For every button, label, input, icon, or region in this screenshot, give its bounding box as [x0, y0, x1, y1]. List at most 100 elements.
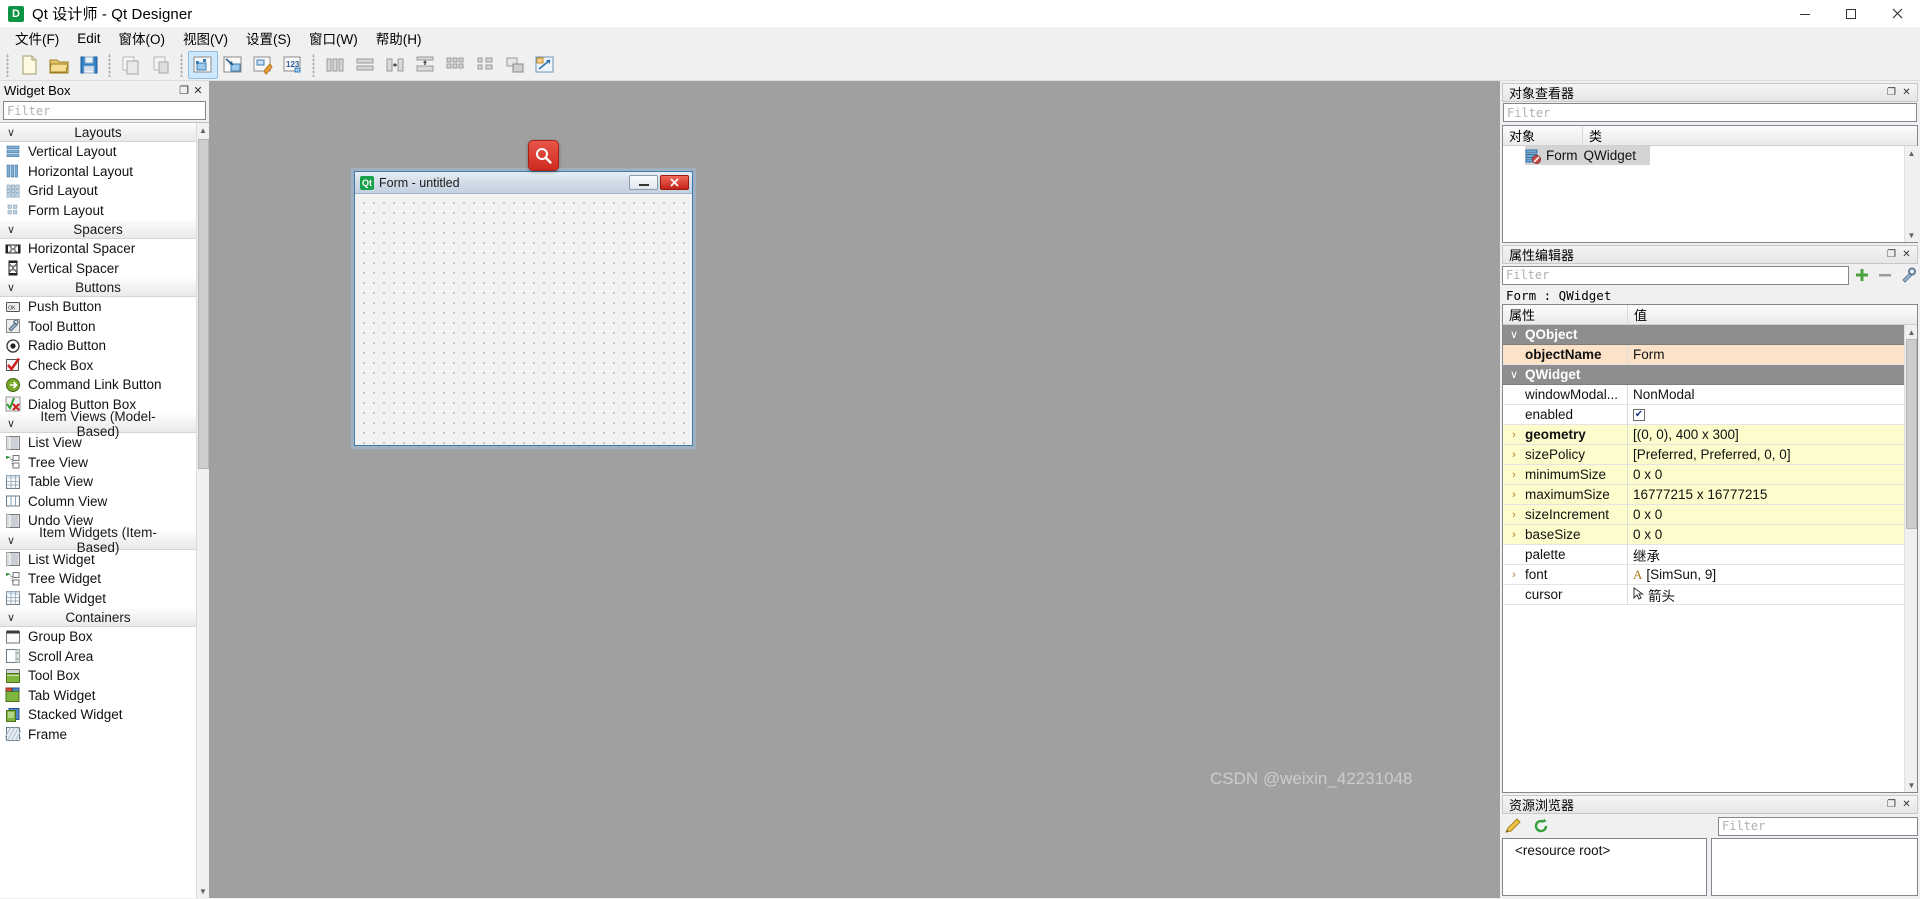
property-row[interactable]: › sizeIncrement 0 x 0: [1503, 505, 1917, 525]
form-window[interactable]: Qt Form - untitled: [354, 171, 693, 446]
property-row[interactable]: › maximumSize 16777215 x 16777215: [1503, 485, 1917, 505]
widget-box-item[interactable]: Group Box: [0, 627, 196, 647]
widget-box-item[interactable]: Column View: [0, 492, 196, 512]
resource-preview[interactable]: [1711, 838, 1918, 896]
widget-box-item[interactable]: Scroll Area: [0, 647, 196, 667]
property-row[interactable]: objectName Form: [1503, 345, 1917, 365]
property-value-cell[interactable]: [Preferred, Preferred, 0, 0]: [1628, 445, 1917, 464]
widget-box-item[interactable]: Check Box: [0, 356, 196, 376]
close-icon[interactable]: ✕: [1899, 85, 1914, 100]
layout-form-button[interactable]: [470, 51, 500, 79]
edit-buddies-mode-button[interactable]: [248, 51, 278, 79]
column-header-value[interactable]: 值: [1628, 305, 1917, 324]
remove-property-button[interactable]: [1875, 265, 1895, 285]
menu-file[interactable]: 文件(F): [6, 26, 68, 50]
open-form-button[interactable]: [44, 51, 74, 79]
widget-box-item[interactable]: Tool Box: [0, 666, 196, 686]
widget-category-header[interactable]: ∨ Layouts: [0, 123, 196, 142]
scroll-up-icon[interactable]: ▲: [1905, 146, 1918, 160]
widget-box-item[interactable]: Horizontal Spacer: [0, 239, 196, 259]
layout-splitter-horizontal-button[interactable]: [380, 51, 410, 79]
widget-box-item[interactable]: Form Layout: [0, 201, 196, 221]
widget-box-item[interactable]: Radio Button: [0, 336, 196, 356]
widget-category-header[interactable]: ∨ Item Views (Model-Based): [0, 409, 196, 439]
scroll-up-icon[interactable]: ▲: [196, 123, 209, 137]
close-button[interactable]: [1874, 0, 1920, 27]
float-icon[interactable]: ❐: [177, 84, 191, 98]
scroll-down-icon[interactable]: ▼: [196, 884, 209, 898]
form-title-bar[interactable]: Qt Form - untitled: [355, 172, 692, 194]
property-value-cell[interactable]: 16777215 x 16777215: [1628, 485, 1917, 504]
scroll-track[interactable]: [1905, 160, 1918, 228]
widget-box-item[interactable]: Grid Layout: [0, 181, 196, 201]
property-row[interactable]: › baseSize 0 x 0: [1503, 525, 1917, 545]
copy-button[interactable]: [116, 51, 146, 79]
widget-box-item[interactable]: Tree Widget: [0, 569, 196, 589]
form-close-button[interactable]: [660, 175, 689, 190]
scroll-track[interactable]: [1905, 339, 1917, 778]
scroll-up-icon[interactable]: ▲: [1905, 325, 1917, 339]
property-row[interactable]: › minimumSize 0 x 0: [1503, 465, 1917, 485]
resource-tree[interactable]: <resource root>: [1502, 838, 1707, 896]
chevron-right-icon[interactable]: ›: [1503, 489, 1525, 501]
object-inspector-row-form[interactable]: Form QWidget: [1503, 146, 1917, 165]
configure-property-button[interactable]: [1898, 265, 1918, 285]
property-value-cell[interactable]: Form: [1628, 345, 1917, 364]
widget-category-header[interactable]: ∨ Item Widgets (Item-Based): [0, 525, 196, 555]
property-row[interactable]: enabled ✔: [1503, 405, 1917, 425]
property-value-cell[interactable]: 箭头: [1628, 585, 1917, 604]
widget-box-item[interactable]: Vertical Layout: [0, 142, 196, 162]
float-icon[interactable]: ❐: [1884, 797, 1899, 812]
toolbar-drag-handle-4[interactable]: [310, 52, 318, 77]
resource-browser-filter[interactable]: Filter: [1718, 816, 1918, 836]
layout-horizontally-button[interactable]: [320, 51, 350, 79]
edit-tab-order-mode-button[interactable]: 123: [278, 51, 308, 79]
property-value-cell[interactable]: 0 x 0: [1628, 525, 1917, 544]
widget-category-header[interactable]: ∨ Spacers: [0, 220, 196, 239]
widget-category-header[interactable]: ∨ Containers: [0, 608, 196, 627]
menu-window[interactable]: 窗口(W): [300, 26, 367, 50]
column-header-object[interactable]: 对象: [1503, 126, 1583, 145]
scroll-down-icon[interactable]: ▼: [1905, 228, 1918, 242]
property-row[interactable]: › geometry [(0, 0), 400 x 300]: [1503, 425, 1917, 445]
property-value-cell[interactable]: 0 x 0: [1628, 465, 1917, 484]
paste-button[interactable]: [146, 51, 176, 79]
add-property-button[interactable]: [1852, 265, 1872, 285]
close-icon[interactable]: ✕: [1899, 797, 1914, 812]
widget-box-item[interactable]: Horizontal Layout: [0, 162, 196, 182]
widget-box-item[interactable]: Vertical Spacer: [0, 259, 196, 279]
widget-box-item[interactable]: OK Push Button: [0, 297, 196, 317]
close-icon[interactable]: ✕: [1899, 247, 1914, 262]
checkbox-checked-icon[interactable]: ✔: [1633, 408, 1645, 421]
edit-widgets-mode-button[interactable]: [188, 50, 218, 79]
widget-box-scroll-thumb[interactable]: [197, 139, 209, 469]
form-minimize-button[interactable]: [629, 175, 658, 190]
toolbar-drag-handle[interactable]: [4, 52, 12, 77]
column-header-class[interactable]: 类: [1583, 126, 1917, 145]
widget-box-item[interactable]: Command Link Button: [0, 375, 196, 395]
widget-box-filter[interactable]: Filter: [3, 101, 206, 120]
menu-edit[interactable]: Edit: [68, 29, 109, 48]
object-inspector-scrollbar[interactable]: ▲ ▼: [1904, 146, 1918, 242]
widget-box-item[interactable]: Tree View: [0, 453, 196, 473]
property-editor-scrollbar[interactable]: ▲ ▼: [1904, 325, 1917, 792]
reload-resources-button[interactable]: [1530, 816, 1552, 836]
property-editor-filter[interactable]: Filter: [1502, 265, 1849, 285]
float-icon[interactable]: ❐: [1884, 85, 1899, 100]
edit-signals-slots-mode-button[interactable]: [218, 51, 248, 79]
layout-grid-button[interactable]: [440, 51, 470, 79]
chevron-right-icon[interactable]: ›: [1503, 429, 1525, 441]
close-icon[interactable]: ✕: [191, 84, 205, 98]
widget-box-item[interactable]: Table View: [0, 472, 196, 492]
menu-form[interactable]: 窗体(O): [110, 26, 175, 50]
menu-view[interactable]: 视图(V): [174, 26, 237, 50]
break-layout-button[interactable]: [500, 51, 530, 79]
layout-splitter-vertical-button[interactable]: [410, 51, 440, 79]
chevron-right-icon[interactable]: ›: [1503, 509, 1525, 521]
column-header-property[interactable]: 属性: [1503, 305, 1628, 324]
property-value-cell[interactable]: [(0, 0), 400 x 300]: [1628, 425, 1917, 444]
property-value-cell[interactable]: 0 x 0: [1628, 505, 1917, 524]
adjust-size-button[interactable]: [530, 51, 560, 79]
minimize-button[interactable]: [1782, 0, 1828, 27]
menu-help[interactable]: 帮助(H): [367, 26, 431, 50]
